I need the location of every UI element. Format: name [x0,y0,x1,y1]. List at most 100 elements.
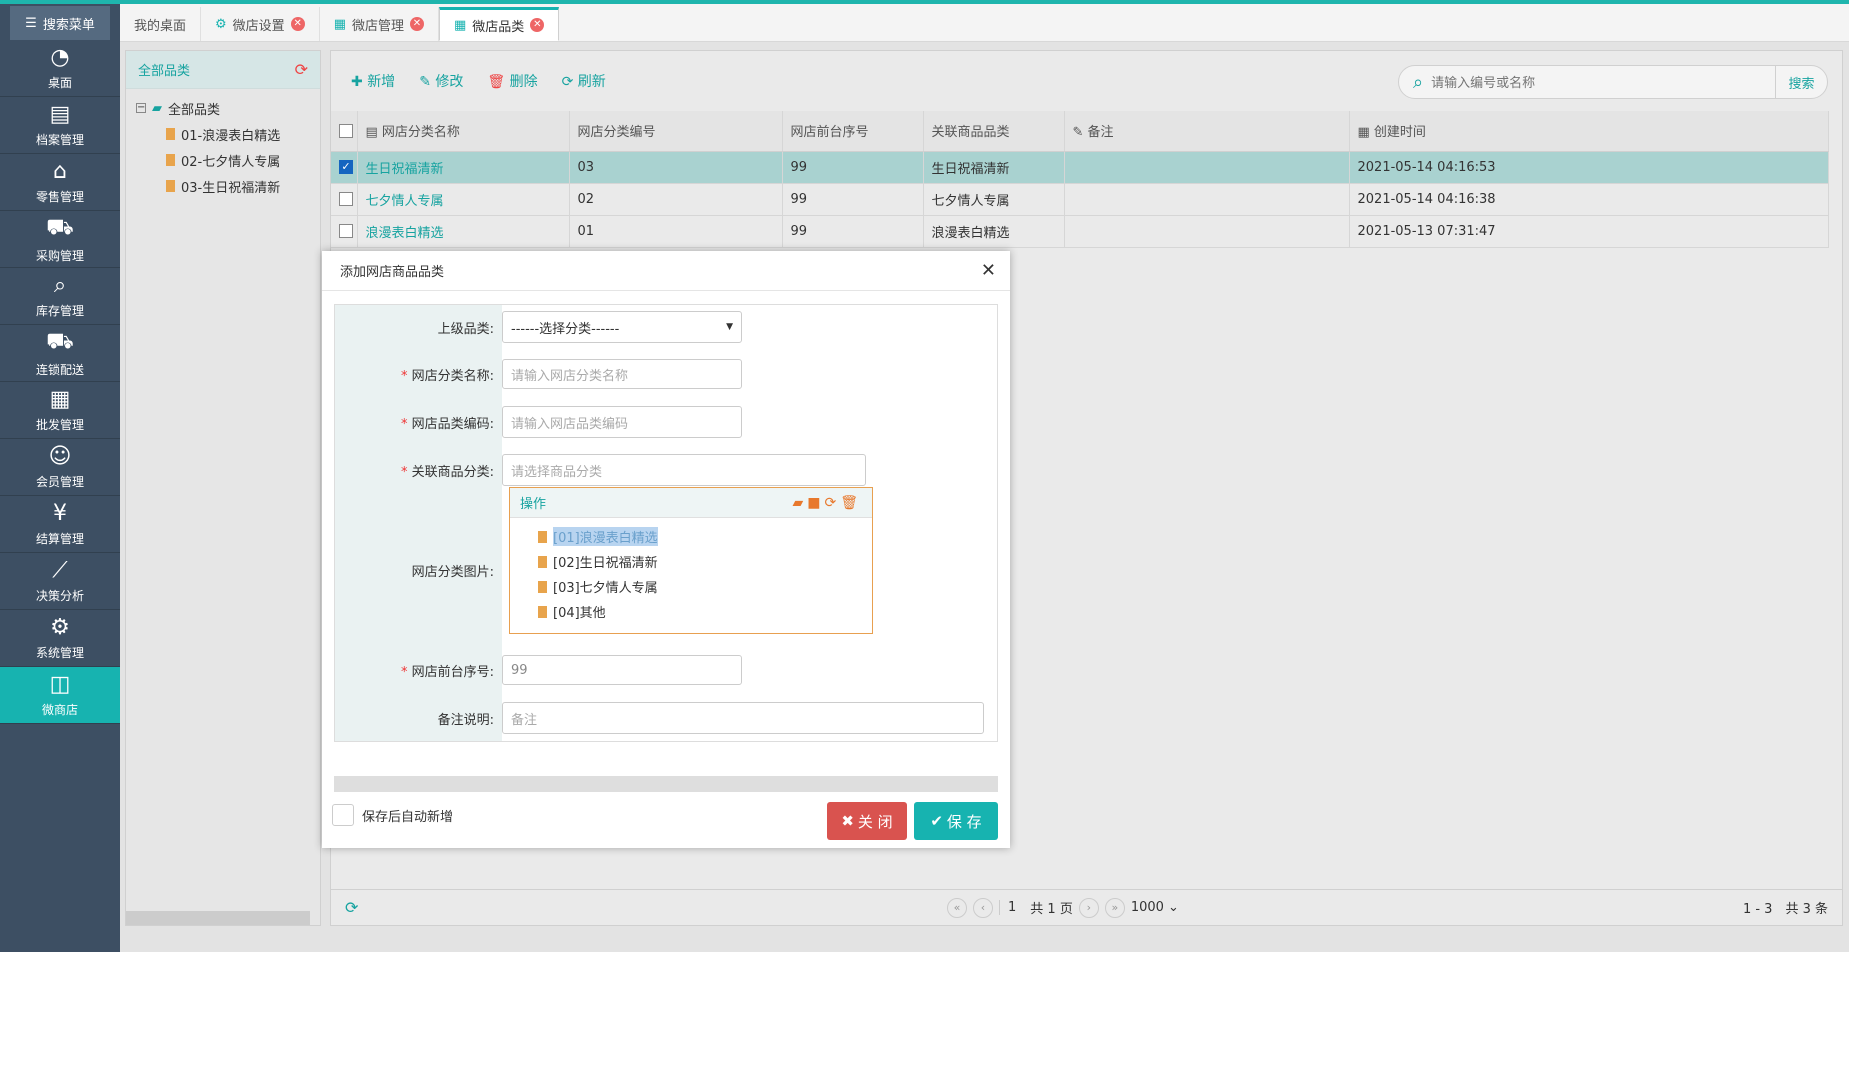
close-tab-icon[interactable]: ✕ [530,18,545,32]
dialog-scrollbar[interactable] [334,776,998,792]
table-row[interactable]: 七夕情人专属 02 99 七夕情人专属 2021-05-14 04:16:38 [331,183,1829,216]
add-button[interactable]: ✚ 新增 [351,71,395,91]
col-seq[interactable]: 网店前台序号 [782,111,924,152]
sidebar-item-3[interactable]: ⛟ 采购管理 [0,211,120,268]
refresh-icon[interactable]: ⟳ [295,60,308,79]
refresh-icon[interactable]: ⟳ [824,495,840,511]
dropdown-option[interactable]: [04]其他 [510,599,872,624]
sidebar-item-1[interactable]: ▤ 档案管理 [0,97,120,154]
trash-icon: 🗑 [487,74,510,90]
search-input[interactable] [1423,74,1775,90]
sidebar-item-0[interactable]: ◔ 桌面 [0,40,120,97]
col-code[interactable]: 网店分类编号 [569,111,783,152]
page-size-select[interactable]: 1000 ⌄ [1131,900,1179,915]
tree-root[interactable]: − ▰ 全部品类 [136,95,310,121]
tab-shop-settings[interactable]: ⚙ 微店设置 ✕ [201,7,320,41]
close-icon[interactable]: ✕ [981,260,996,281]
member-icon: ☺ [48,444,72,469]
cart-icon: ⛟ [46,214,74,240]
calendar-icon: ▦ [1357,125,1374,141]
sidebar-item-9[interactable]: ⟋ 决策分析 [0,553,120,610]
book-icon: ▤ [365,125,382,141]
panel-scrollbar[interactable] [126,911,310,925]
cell-note [1064,215,1350,248]
select-all-checkbox[interactable] [339,123,353,138]
cell-code: 02 [569,183,783,216]
search-button[interactable]: 搜索 [1775,66,1827,98]
close-tab-icon[interactable]: ✕ [410,17,424,31]
sidebar-item-2[interactable]: ⌂ 零售管理 [0,154,120,211]
pagination-bar: ⟳ « ‹ 1 共 1 页 › » 1000 ⌄ 1 - 3 共 3 条 [331,889,1842,925]
last-page-button[interactable]: » [1104,897,1125,918]
table-row[interactable]: 浪漫表白精选 01 99 浪漫表白精选 2021-05-13 07:31:47 [331,215,1829,248]
category-code-input[interactable]: 请输入网店品类编码 [502,406,742,438]
col-name[interactable]: ▤ 网店分类名称 [357,111,570,152]
cell-note [1064,151,1350,184]
menu-search-icon: ☰ [25,15,37,31]
tab-shop-manage[interactable]: ▦ 微店管理 ✕ [320,7,439,41]
sidebar-item-11[interactable]: ◫ 微商店 [0,667,120,724]
dropdown-option[interactable]: [01]浪漫表白精选 [510,524,872,549]
folder-icon[interactable]: ■ [807,495,824,511]
file-icon [166,180,175,192]
sidebar-item-6[interactable]: ▦ 批发管理 [0,382,120,439]
cell-name[interactable]: 七夕情人专属 [357,183,570,216]
search-icon: ⌕ [1413,71,1424,93]
sidebar-item-10[interactable]: ⚙ 系统管理 [0,610,120,667]
tab-shop-category[interactable]: ▦ 微店品类 ✕ [439,7,560,41]
file-icon [538,555,547,568]
refresh-icon: ⟳ [561,74,578,90]
first-page-button[interactable]: « [947,897,967,918]
next-page-button[interactable]: › [1078,897,1099,918]
category-name-input[interactable]: 请输入网店分类名称 [502,359,742,389]
auto-new-checkbox[interactable]: 保存后自动新增 [332,804,453,826]
collapse-icon[interactable]: − [136,103,146,113]
file-icon [538,580,547,593]
dialog-title: 添加网店商品品类 [340,265,445,280]
dropdown-option[interactable]: [03]七夕情人专属 [510,574,872,599]
col-created[interactable]: ▦ 创建时间 [1349,111,1829,152]
page-input[interactable]: 1 [999,900,1024,915]
row-checkbox[interactable] [339,192,353,206]
cell-code: 03 [569,151,783,184]
tab-desktop[interactable]: 我的桌面 [120,7,202,41]
table-row[interactable]: ✓ 生日祝福清新 03 99 生日祝福清新 2021-05-14 04:16:53 [331,151,1829,184]
display-order-input[interactable]: 99 [502,655,742,685]
dropdown-option[interactable]: [02]生日祝福清新 [510,549,872,574]
sidebar-item-5[interactable]: ⛟ 连锁配送 [0,325,120,382]
trash-icon[interactable]: 🗑 [840,495,862,511]
row-checkbox[interactable]: ✓ [339,160,353,174]
shop-bag-icon: ◫ [49,672,71,697]
edit-button[interactable]: ✎ 修改 [419,71,463,91]
app-window: ☰ 搜索菜单 ◔ 桌面 ▤ 档案管理 ⌂ 零售管理 ⛟ 采购管理 ⌕ 库存管理 ⛟ 连锁配送 ▦ 批发管理… [0,0,1849,952]
close-button[interactable]: ✖ 关 闭 [827,802,907,840]
save-button[interactable]: ✔ 保 存 [914,802,998,840]
delete-button[interactable]: 🗑 删除 [487,71,537,91]
search-menu-button[interactable]: ☰ 搜索菜单 [10,6,110,40]
file-icon [538,530,547,543]
sidebar-item-8[interactable]: ¥ 结算管理 [0,496,120,553]
row-checkbox[interactable] [339,224,353,238]
inventory-icon: ⌕ [53,273,67,298]
settlement-icon: ¥ [53,501,67,526]
col-category[interactable]: 关联商品品类 [923,111,1065,152]
cell-name[interactable]: 生日祝福清新 [357,151,570,184]
sidebar-item-7[interactable]: ☺ 会员管理 [0,439,120,496]
prev-page-button[interactable]: ‹ [973,897,993,918]
remark-input[interactable]: 备注 [502,702,984,734]
cell-name[interactable]: 浪漫表白精选 [357,215,570,248]
related-category-input[interactable]: 请选择商品分类 [502,454,866,486]
tree-node[interactable]: 03-生日祝福清新 [136,173,310,199]
refresh-button[interactable]: ⟳ 刷新 [562,71,606,91]
folder-open-icon[interactable]: ▰ [792,495,807,511]
col-note[interactable]: ✎ 备注 [1064,111,1350,152]
dashboard-icon: ◔ [50,45,70,70]
close-tab-icon[interactable]: ✕ [290,17,305,31]
tree-node[interactable]: 01-浪漫表白精选 [136,121,310,147]
category-dropdown: 操作 ▰■⟳🗑 [01]浪漫表白精选 [02]生日祝福清新 [03]七夕情人专属… [509,487,873,634]
refresh-icon[interactable]: ⟳ [331,898,358,917]
tab-bar: 我的桌面 ⚙ 微店设置 ✕ ▦ 微店管理 ✕ ▦ 微店品类 ✕ [120,4,1849,42]
parent-category-select[interactable]: ------选择分类------ ▼ [502,311,742,343]
tree-node[interactable]: 02-七夕情人专属 [136,147,310,173]
sidebar-item-4[interactable]: ⌕ 库存管理 [0,268,120,325]
